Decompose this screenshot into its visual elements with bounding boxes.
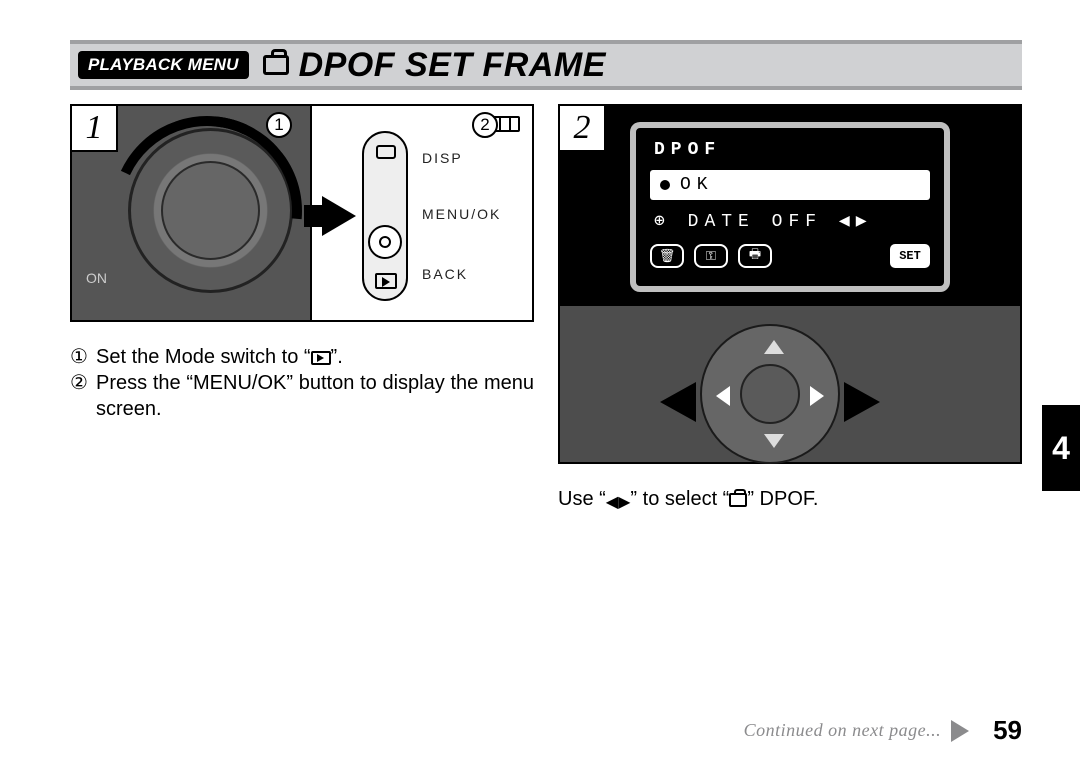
- step-badge-1: 1: [72, 106, 118, 152]
- instruction-2: Press the “MENU/OK” button to display th…: [96, 370, 534, 422]
- set-badge: SET: [890, 244, 930, 268]
- label-disp: DISP: [422, 150, 463, 166]
- camera-icon: [376, 145, 396, 159]
- figure-step-2: 2 DPOF OK ⊕ DATE OFF ◀▶ 🗑 ⚿ 🖶 SET: [558, 104, 1022, 464]
- dpof-icon: 🖶: [738, 244, 772, 268]
- lcd-date-line: ⊕ DATE OFF ◀▶: [654, 210, 930, 232]
- switch-knob-icon: [368, 225, 402, 259]
- trash-icon: 🗑: [650, 244, 684, 268]
- page-header: PLAYBACK MENU DPOF SET FRAME: [70, 40, 1022, 90]
- page-title-text: DPOF SET FRAME: [299, 46, 606, 85]
- mode-switch-illustration: [362, 131, 408, 301]
- arrow-left-icon: [716, 386, 730, 406]
- step-badge-2: 2: [560, 106, 606, 152]
- lcd-menu-illustration: DPOF OK ⊕ DATE OFF ◀▶ 🗑 ⚿ 🖶 SET: [630, 122, 950, 292]
- figure-step-1: 1 ON DISP MENU/OK: [70, 104, 534, 322]
- callout-2: 2: [472, 112, 498, 138]
- instruction-col2-b: ” to select “: [630, 488, 729, 510]
- playback-icon: [375, 273, 397, 289]
- on-label: ON: [86, 270, 107, 286]
- playback-icon: [311, 351, 331, 365]
- instruction-block-1: ① Set the Mode switch to “ ”. ② Press the…: [70, 344, 534, 422]
- dpad-illustration: [700, 324, 840, 464]
- manual-page: PLAYBACK MENU DPOF SET FRAME 1 ON: [0, 0, 1080, 776]
- instruction-col2-c: ” DPOF.: [747, 488, 818, 510]
- dpof-icon: [263, 55, 289, 75]
- page-title: DPOF SET FRAME: [249, 46, 606, 85]
- callout-1: 1: [266, 112, 292, 138]
- page-footer: Continued on next page... 59: [744, 715, 1022, 746]
- lcd-icon-row: 🗑 ⚿ 🖶 SET: [650, 244, 930, 268]
- column-right: 2 DPOF OK ⊕ DATE OFF ◀▶ 🗑 ⚿ 🖶 SET: [558, 104, 1022, 514]
- left-right-icon: [606, 488, 631, 514]
- page-number: 59: [993, 715, 1022, 746]
- big-arrow-left-icon: [660, 382, 696, 422]
- arrow-right-icon: [810, 386, 824, 406]
- protect-icon: ⚿: [694, 244, 728, 268]
- arrow-down-icon: [764, 434, 784, 448]
- instruction-1b: ”.: [331, 346, 343, 368]
- label-back: BACK: [422, 266, 468, 282]
- dpof-icon: [729, 493, 747, 507]
- lcd-title: DPOF: [654, 140, 930, 160]
- continued-arrow-icon: [951, 720, 969, 742]
- instruction-block-2: Use “ ” to select “ ” DPOF.: [558, 486, 1022, 514]
- arrow-up-icon: [764, 340, 784, 354]
- playback-menu-badge: PLAYBACK MENU: [78, 51, 249, 79]
- chapter-tab: 4: [1042, 405, 1080, 491]
- pointer-arrow-icon: [322, 196, 356, 236]
- lcd-selected-ok: OK: [650, 170, 930, 200]
- instruction-col2-a: Use “: [558, 488, 606, 510]
- bullet-1: ①: [70, 344, 96, 370]
- column-left: 1 ON DISP MENU/OK: [70, 104, 534, 514]
- big-arrow-right-icon: [844, 382, 880, 422]
- label-menu-ok: MENU/OK: [422, 206, 501, 222]
- continued-label: Continued on next page...: [744, 720, 941, 741]
- bullet-2: ②: [70, 370, 96, 422]
- instruction-1a: Set the Mode switch to “: [96, 346, 311, 368]
